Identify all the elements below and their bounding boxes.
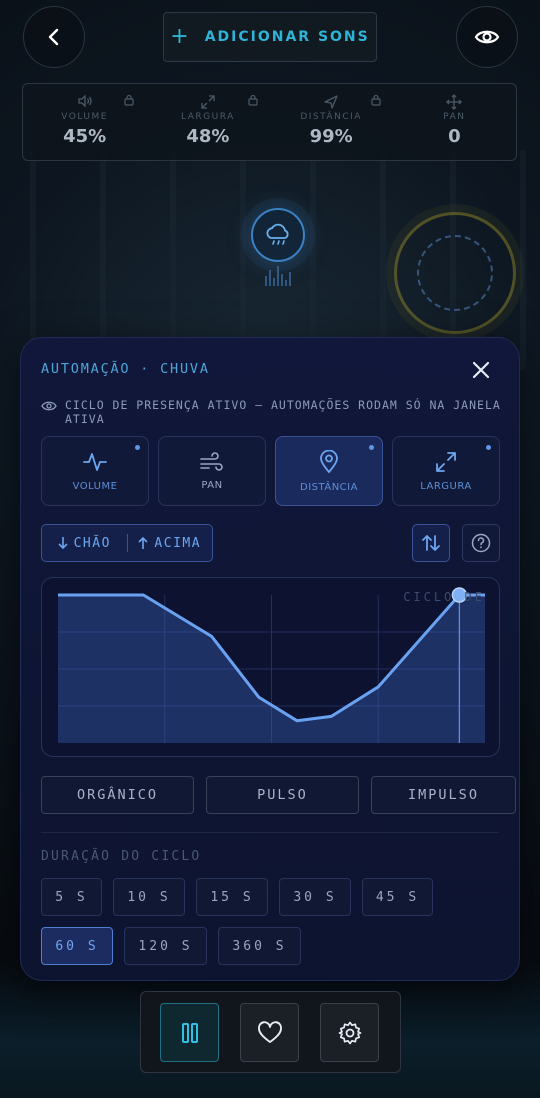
parameter-tabs: VOLUME PAN DISTÂNCIA LARGURA bbox=[41, 436, 500, 506]
duration-options-row1: 5 S 10 S 15 S 30 S 45 S bbox=[41, 878, 433, 916]
arrow-up-icon bbox=[138, 536, 148, 549]
panel-title: AUTOMAÇÃO · CHUVA bbox=[41, 361, 210, 377]
param-tab-distance[interactable]: DISTÂNCIA bbox=[275, 436, 383, 506]
close-icon[interactable] bbox=[469, 358, 493, 382]
level-meter-icon bbox=[265, 266, 291, 286]
presence-cycle-note: CICLO DE PRESENÇA ATIVO — AUTOMAÇÕES ROD… bbox=[41, 398, 501, 426]
param-label: PAN bbox=[201, 479, 223, 491]
direction-down-label: CHÃO bbox=[73, 535, 111, 551]
heart-icon bbox=[257, 1020, 282, 1043]
pause-button[interactable] bbox=[160, 1003, 219, 1062]
help-button[interactable] bbox=[462, 524, 500, 562]
stat-width[interactable]: LARGURA 48% bbox=[146, 84, 269, 160]
presence-cycle-text: CICLO DE PRESENÇA ATIVO — AUTOMAÇÕES ROD… bbox=[65, 398, 501, 426]
automation-curve-editor[interactable]: CICLO DE bbox=[41, 577, 500, 757]
active-automation-dot bbox=[369, 445, 374, 450]
expand-icon bbox=[201, 95, 215, 109]
stat-value: 48% bbox=[186, 126, 230, 147]
param-label: LARGURA bbox=[420, 480, 472, 492]
duration-360s-button[interactable]: 360 S bbox=[218, 927, 301, 965]
volume-icon bbox=[77, 94, 92, 108]
active-automation-dot bbox=[486, 445, 491, 450]
active-automation-dot bbox=[135, 445, 140, 450]
plus-icon: + bbox=[170, 24, 191, 49]
activity-icon bbox=[83, 452, 107, 471]
stat-value: 45% bbox=[63, 126, 107, 147]
param-label: DISTÂNCIA bbox=[300, 481, 358, 493]
visibility-button[interactable] bbox=[456, 6, 518, 68]
duration-60s-button[interactable]: 60 S bbox=[41, 927, 113, 965]
direction-up-label: ACIMA bbox=[154, 535, 202, 551]
add-sounds-button[interactable]: + ADICIONAR SONS bbox=[163, 12, 377, 62]
move-icon bbox=[446, 94, 463, 110]
stat-value: 0 bbox=[448, 126, 461, 147]
eye-icon bbox=[41, 401, 57, 411]
duration-45s-button[interactable]: 45 S bbox=[362, 878, 433, 916]
invert-curve-button[interactable] bbox=[412, 524, 450, 562]
swap-vertical-icon bbox=[422, 535, 440, 551]
spatial-position-ring[interactable] bbox=[394, 212, 516, 334]
settings-button[interactable] bbox=[320, 1003, 379, 1062]
stat-distance[interactable]: DISTÂNCIA 99% bbox=[270, 84, 393, 160]
expand-icon bbox=[436, 451, 456, 472]
curve-caption: CICLO DE bbox=[403, 590, 485, 604]
param-tab-pan[interactable]: PAN bbox=[158, 436, 266, 506]
lock-icon bbox=[371, 94, 381, 106]
shape-impulse-button[interactable]: IMPULSO bbox=[371, 776, 516, 814]
eye-icon bbox=[474, 30, 500, 44]
pause-icon bbox=[181, 1022, 198, 1043]
shape-pulse-button[interactable]: PULSO bbox=[206, 776, 359, 814]
duration-5s-button[interactable]: 5 S bbox=[41, 878, 102, 916]
duration-15s-button[interactable]: 15 S bbox=[196, 878, 268, 916]
param-label: VOLUME bbox=[72, 480, 118, 492]
duration-options-row2: 60 S 120 S 360 S bbox=[41, 927, 301, 965]
stat-label: DISTÂNCIA bbox=[300, 112, 362, 122]
direction-down-option[interactable]: CHÃO bbox=[42, 536, 127, 551]
arrow-down-icon bbox=[58, 537, 68, 550]
bottom-dock bbox=[140, 991, 401, 1073]
lock-icon bbox=[247, 94, 258, 106]
sound-stats-bar: VOLUME 45% LARGURA 48% DISTÂNCIA 99% PAN… bbox=[22, 83, 517, 161]
direction-toggle: CHÃO ACIMA bbox=[41, 524, 213, 562]
duration-10s-button[interactable]: 10 S bbox=[113, 878, 185, 916]
section-divider bbox=[41, 832, 499, 833]
duration-120s-button[interactable]: 120 S bbox=[124, 927, 207, 965]
duration-30s-button[interactable]: 30 S bbox=[279, 878, 351, 916]
rain-sound-orb[interactable] bbox=[251, 208, 305, 262]
automation-curve[interactable] bbox=[42, 578, 500, 757]
add-sounds-label: ADICIONAR SONS bbox=[204, 29, 370, 45]
shape-organic-button[interactable]: ORGÂNICO bbox=[41, 776, 194, 814]
back-button[interactable] bbox=[23, 6, 85, 68]
param-tab-volume[interactable]: VOLUME bbox=[41, 436, 149, 506]
stat-label: PAN bbox=[443, 112, 466, 122]
stat-volume[interactable]: VOLUME 45% bbox=[23, 84, 146, 160]
chevron-left-icon bbox=[48, 28, 59, 46]
gear-icon bbox=[338, 1021, 361, 1044]
map-pin-icon bbox=[320, 449, 338, 473]
duration-label: DURAÇÃO DO CICLO bbox=[41, 849, 202, 864]
stat-value: 99% bbox=[309, 126, 353, 147]
wind-icon bbox=[200, 451, 223, 471]
favorite-button[interactable] bbox=[240, 1003, 299, 1062]
stat-label: LARGURA bbox=[181, 112, 235, 122]
curve-shape-options: ORGÂNICO PULSO IMPULSO bbox=[41, 776, 516, 814]
cloud-rain-icon bbox=[266, 223, 289, 245]
automation-panel: AUTOMAÇÃO · CHUVA CICLO DE PRESENÇA ATIV… bbox=[20, 337, 520, 981]
stat-pan[interactable]: PAN 0 bbox=[393, 84, 516, 160]
navigation-icon bbox=[324, 95, 338, 109]
param-tab-width[interactable]: LARGURA bbox=[392, 436, 500, 506]
lock-icon bbox=[124, 94, 134, 106]
help-icon bbox=[471, 533, 491, 553]
direction-up-option[interactable]: ACIMA bbox=[128, 536, 213, 551]
stat-label: VOLUME bbox=[61, 112, 108, 122]
